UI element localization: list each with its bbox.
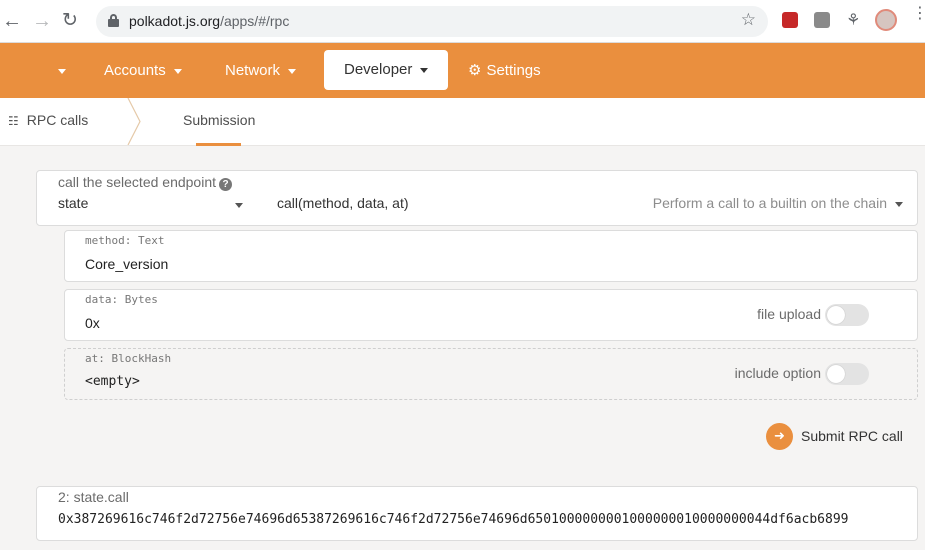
endpoint-label-text: call the selected endpoint <box>58 174 216 190</box>
result-label: 2: state.call <box>58 489 129 505</box>
submit-rpc-call-label: Submit RPC call <box>801 428 903 444</box>
file-upload-toggle[interactable] <box>825 304 869 326</box>
tab-submission-label: Submission <box>183 112 256 128</box>
url-host: polkadot.js.org <box>129 13 221 29</box>
endpoint-label: call the selected endpoint? <box>58 174 232 191</box>
toggle-knob <box>827 306 845 324</box>
sign-in-icon: ➜ <box>766 422 793 450</box>
method-dropdown[interactable]: call(method, data, at) <box>277 195 409 211</box>
include-option-label: include option <box>734 365 821 381</box>
menu-settings-label: Settings <box>486 62 541 79</box>
menu-developer-label: Developer <box>344 61 413 78</box>
endpoint-selector: call the selected endpoint? state call(m… <box>36 170 918 226</box>
chevron-down-icon <box>58 68 66 74</box>
param-at-value: <empty> <box>85 374 140 389</box>
param-data-input[interactable]: 0x <box>85 315 100 331</box>
breadcrumb-separator <box>127 98 141 145</box>
url-path: /apps/#/rpc <box>220 13 290 29</box>
menu-network[interactable]: Network <box>225 43 297 98</box>
chevron-down-icon <box>173 68 182 74</box>
address-bar[interactable]: polkadot.js.org/apps/#/rpc ☆ <box>96 6 768 37</box>
tab-rpc-calls-label: RPC calls <box>26 112 89 128</box>
param-data[interactable]: data: Bytes 0x file upload <box>64 289 918 341</box>
param-data-label: data: Bytes <box>85 293 158 306</box>
extensions-puzzle-icon[interactable]: ⚘ <box>846 10 862 29</box>
bookmark-star-icon[interactable]: ☆ <box>741 10 756 30</box>
gears-icon: ⚙ <box>468 62 482 79</box>
extension-icon[interactable] <box>782 12 798 28</box>
menu-developer[interactable]: Developer <box>324 50 448 90</box>
chevron-down-icon <box>288 68 297 74</box>
menu-network-label: Network <box>225 62 281 79</box>
param-method-label: method: Text <box>85 234 165 247</box>
menu-accounts[interactable]: Accounts <box>104 43 182 98</box>
rpc-result: 2: state.call 0x387269616c746f2d72756e74… <box>36 486 918 541</box>
include-option-toggle[interactable] <box>825 363 869 385</box>
reload-icon[interactable]: ↻ <box>62 10 78 32</box>
param-method[interactable]: method: Text Core_version <box>64 230 918 282</box>
toggle-knob <box>827 365 845 383</box>
url-text: polkadot.js.org/apps/#/rpc <box>129 13 289 29</box>
chevron-down-icon <box>420 67 429 73</box>
sub-navigation: ☷ RPC calls Submission <box>0 98 925 146</box>
forward-arrow-icon[interactable]: → <box>32 10 52 32</box>
sitemap-icon: ☷ <box>8 114 19 128</box>
menu-settings[interactable]: ⚙ Settings <box>468 43 541 98</box>
browser-menu-icon[interactable]: ⋮ <box>912 6 925 22</box>
profile-avatar[interactable] <box>875 9 897 31</box>
section-dropdown[interactable]: state <box>58 195 88 211</box>
chevron-down-icon[interactable] <box>895 202 903 207</box>
submit-rpc-call-button[interactable]: ➜ Submit RPC call <box>766 422 903 450</box>
param-method-input[interactable]: Core_version <box>85 256 168 272</box>
result-value: 0x387269616c746f2d72756e74696d6538726961… <box>58 512 849 527</box>
file-upload-label: file upload <box>757 306 821 322</box>
lock-icon <box>108 14 119 27</box>
tab-rpc-calls[interactable]: ☷ RPC calls <box>8 112 88 128</box>
app-menu-bar: Accounts Network Developer ⚙ Settings <box>0 43 925 98</box>
help-icon[interactable]: ? <box>219 178 232 191</box>
back-arrow-icon[interactable]: ← <box>2 10 22 32</box>
param-at-label: at: BlockHash <box>85 352 172 365</box>
active-tab-indicator <box>196 143 241 146</box>
extension-shield-icon[interactable] <box>814 12 830 28</box>
browser-toolbar: ← → ↻ polkadot.js.org/apps/#/rpc ☆ ⚘ ⋮ <box>0 0 925 43</box>
method-description[interactable]: Perform a call to a builtin on the chain <box>653 195 887 211</box>
tab-submission[interactable]: Submission <box>183 112 255 128</box>
param-at: at: BlockHash <empty> include option <box>64 348 918 400</box>
menu-accounts-label: Accounts <box>104 62 166 79</box>
chevron-down-icon[interactable] <box>235 203 243 208</box>
chain-selector-dropdown[interactable] <box>58 43 66 98</box>
